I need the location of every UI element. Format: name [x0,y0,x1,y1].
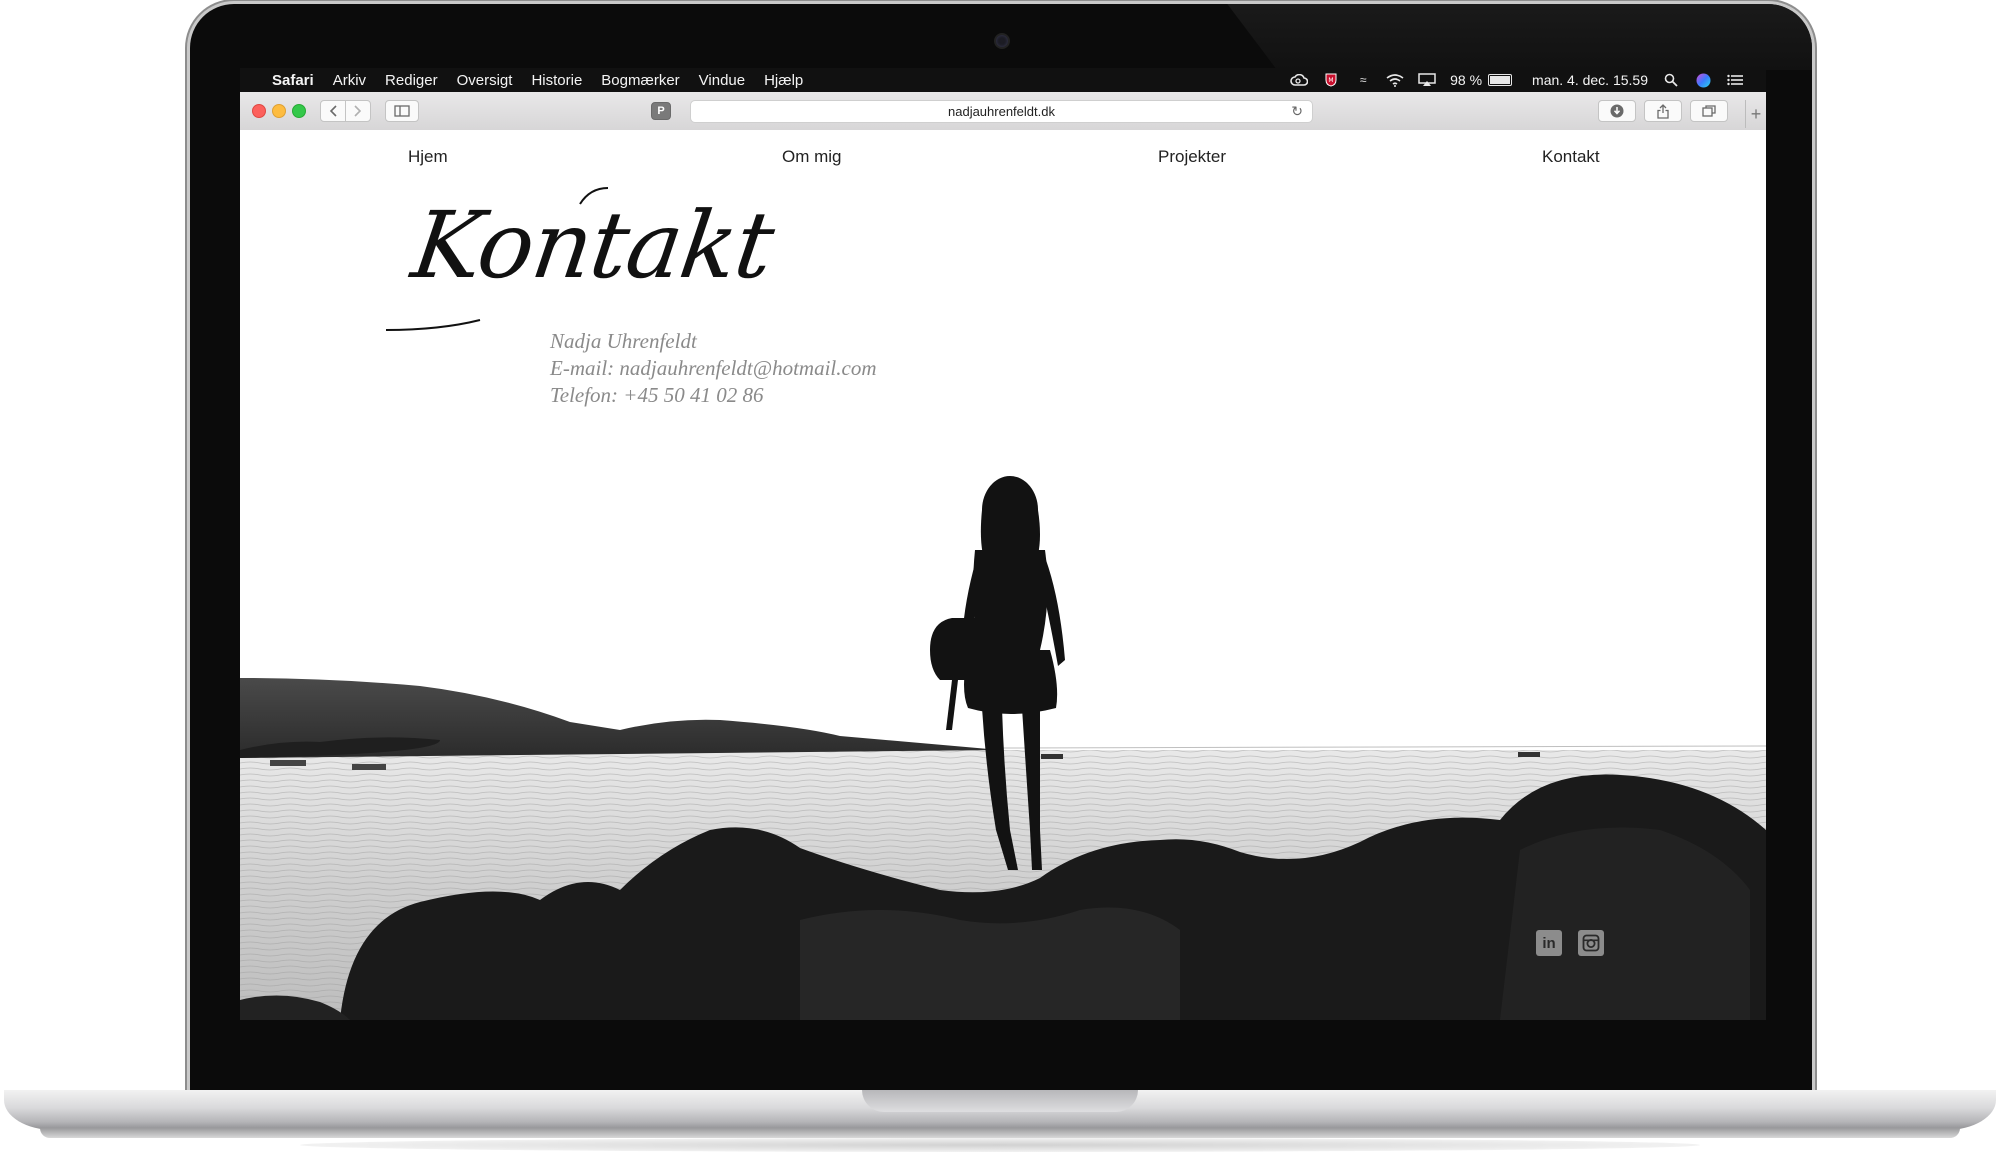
menu-historie[interactable]: Historie [531,72,582,89]
boat [1518,752,1540,757]
title-flourish [385,187,609,331]
forward-button[interactable] [345,100,371,122]
battery-icon[interactable] [1488,74,1513,86]
back-button[interactable] [320,100,346,122]
notification-center-icon[interactable] [1726,73,1744,87]
rock-highlight [800,907,1180,1020]
menu-hjaelp[interactable]: Hjælp [764,72,803,89]
sidebar-icon [394,105,410,117]
p-icon: P [657,105,665,117]
fullscreen-window-button[interactable] [292,104,306,118]
chevron-left-icon [329,105,337,117]
wifi-icon[interactable] [1386,73,1404,87]
sidebar-toggle-button[interactable] [385,100,419,122]
laptop-shadow [300,1138,1700,1152]
share-icon [1657,103,1669,119]
camera-icon [996,35,1008,47]
linkedin-glyph: in [1542,934,1556,952]
battery-percent: 98 % [1450,72,1483,88]
downloads-button[interactable] [1598,100,1636,122]
linkedin-icon[interactable]: in [1536,930,1562,956]
nav-om-mig[interactable]: Om mig [782,147,842,167]
svg-text:M: M [1329,77,1334,84]
boat [270,760,306,766]
boat [352,764,386,770]
menu-bar: Safari Arkiv Rediger Oversigt Historie B… [240,68,1766,92]
menu-clock[interactable]: man. 4. dec. 15.59 [1532,72,1648,88]
new-tab-label: + [1750,103,1762,124]
airplay-icon[interactable] [1418,73,1436,87]
address-bar[interactable]: nadjauhrenfeldt.dk ↻ [690,100,1313,123]
laptop-base-edge [40,1128,1960,1138]
menu-bogmaerker[interactable]: Bogmærker [601,72,679,89]
browser-toolbar: P nadjauhrenfeldt.dk ↻ + [240,92,1766,131]
contact-name: Nadja Uhrenfeldt [550,329,697,353]
creative-cloud-icon[interactable] [1290,73,1309,87]
menu-rediger[interactable]: Rediger [385,72,438,89]
nav-projekter[interactable]: Projekter [1158,147,1226,167]
siri-icon[interactable] [1694,73,1712,87]
download-icon [1610,104,1624,118]
camera-glyph-icon [1582,934,1600,952]
shield-icon[interactable]: M [1322,73,1340,87]
reload-icon[interactable]: ↻ [1291,103,1303,120]
new-tab-button[interactable]: + [1745,100,1766,128]
tabs-overview-button[interactable] [1690,100,1728,122]
laptop-lid-notch [862,1090,1138,1112]
horizon [999,745,1766,749]
menu-oversigt[interactable]: Oversigt [457,72,513,89]
minimize-window-button[interactable] [272,104,286,118]
boat [1041,754,1063,759]
screen: Safari Arkiv Rediger Oversigt Historie B… [240,68,1766,1020]
close-window-button[interactable] [252,104,266,118]
tabs-icon [1702,105,1716,117]
website: Hjem Om mig Projekter Kontakt Kontakt Na… [240,130,1766,1020]
nav-kontakt[interactable]: Kontakt [1542,147,1600,167]
menu-safari[interactable]: Safari [272,72,314,89]
rock-highlight [1500,827,1750,1020]
instagram-icon[interactable] [1578,930,1604,956]
contact-email[interactable]: E-mail: nadjauhrenfeldt@hotmail.com [550,355,877,382]
share-button[interactable] [1644,100,1682,122]
reader-extension-button[interactable]: P [651,102,671,120]
spotlight-search-icon[interactable] [1662,73,1680,87]
waves-icon[interactable]: ≈ [1354,73,1372,87]
contact-phone[interactable]: Telefon: +45 50 41 02 86 [550,382,877,409]
bezel-reflection [1227,4,1812,70]
chevron-right-icon [354,105,362,117]
contact-info: Nadja Uhrenfeldt E-mail: nadjauhrenfeldt… [550,328,877,409]
menu-arkiv[interactable]: Arkiv [333,72,366,89]
url-text: nadjauhrenfeldt.dk [948,104,1055,119]
menu-vindue[interactable]: Vindue [699,72,745,89]
